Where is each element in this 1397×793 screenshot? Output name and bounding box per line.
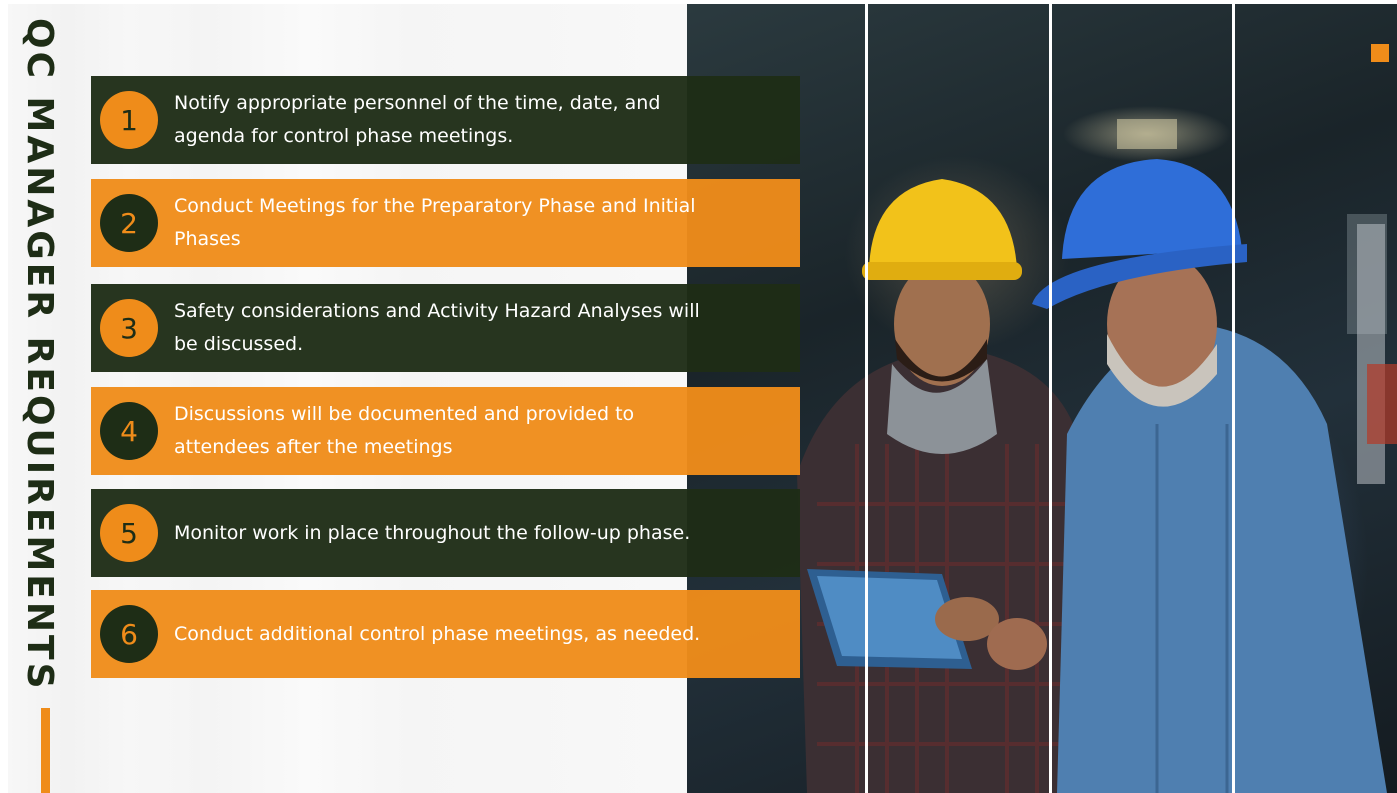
step-number-badge: 5: [100, 504, 158, 562]
requirement-item-3: 3 Safety considerations and Activity Haz…: [91, 284, 800, 372]
requirement-item-4: 4 Discussions will be documented and pro…: [91, 387, 800, 475]
step-number-badge: 3: [100, 299, 158, 357]
requirement-text: Conduct additional control phase meeting…: [174, 622, 701, 645]
accent-bar: [41, 708, 50, 793]
requirement-text: Conduct Meetings for the Preparatory Pha…: [174, 195, 696, 250]
photo-divider: [1232, 4, 1235, 793]
slide-title: QC MANAGER REQUIREMENTS: [19, 18, 60, 692]
photo-divider: [1049, 4, 1052, 793]
step-number-badge: 4: [100, 402, 158, 460]
photo-divider: [865, 4, 868, 793]
requirement-item-2: 2 Conduct Meetings for the Preparatory P…: [91, 179, 800, 267]
slide: QC MANAGER REQUIREMENTS 1 Notify appropr…: [8, 4, 1397, 793]
step-number-badge: 2: [100, 194, 158, 252]
title-area: QC MANAGER REQUIREMENTS: [8, 4, 76, 793]
requirement-item-1: 1 Notify appropriate personnel of the ti…: [91, 76, 800, 164]
requirement-item-5: 5 Monitor work in place throughout the f…: [91, 489, 800, 577]
requirement-text: Safety considerations and Activity Hazar…: [174, 300, 700, 355]
requirement-text: Monitor work in place throughout the fol…: [174, 521, 691, 544]
corner-accent: [1371, 44, 1389, 62]
requirement-text: Discussions will be documented and provi…: [174, 403, 635, 458]
requirement-item-6: 6 Conduct additional control phase meeti…: [91, 590, 800, 678]
step-number-badge: 6: [100, 605, 158, 663]
requirement-text: Notify appropriate personnel of the time…: [174, 92, 661, 147]
step-number-badge: 1: [100, 91, 158, 149]
